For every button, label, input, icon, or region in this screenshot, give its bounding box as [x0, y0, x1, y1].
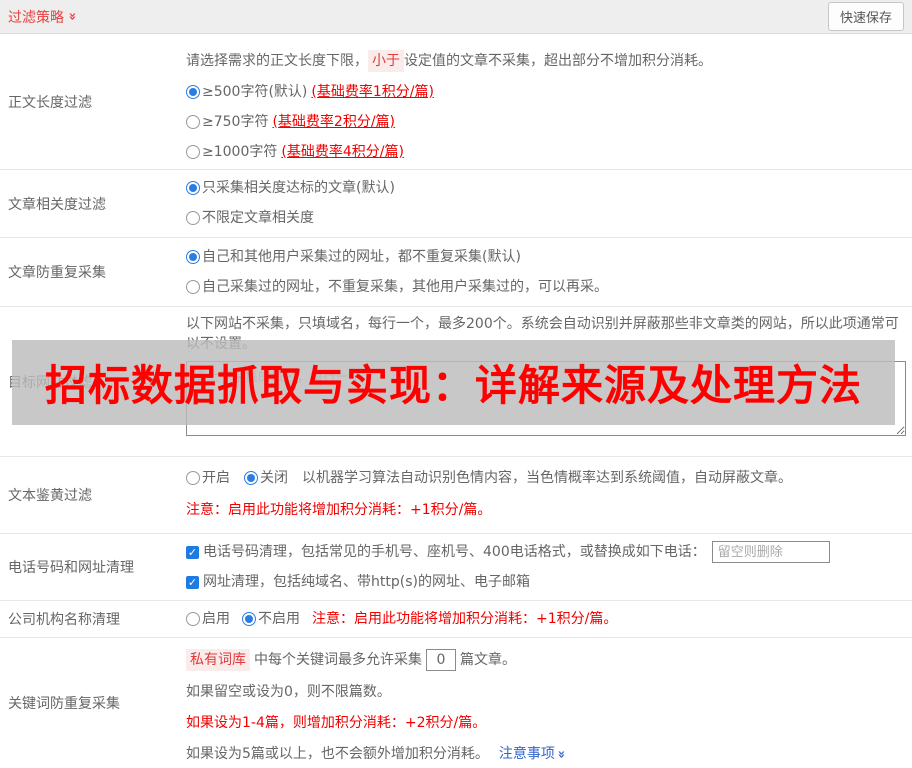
radio-company-on-unchecked[interactable]: [186, 612, 200, 626]
length-option-500[interactable]: ≥500字符(默认) (基础费率1积分/篇): [186, 82, 912, 102]
porn-filter-fee-note: 注意：启用此功能将增加积分消耗：+1积分/篇。: [186, 502, 492, 518]
row-label-relevance: 文章相关度过滤: [8, 196, 106, 213]
row-label-porn-filter: 文本鉴黄过滤: [8, 488, 92, 504]
checkbox-url-cleanup-checked[interactable]: ✓: [186, 575, 199, 589]
radio-porn-on-unchecked[interactable]: [186, 471, 200, 485]
phone-cleanup-option: ✓ 电话号码清理，包括常见的手机号、座机号、400电话格式，或替换成如下电话：: [186, 541, 912, 563]
porn-off-label[interactable]: 关闭: [260, 468, 288, 488]
row-keyword-dedupe: 关键词防重复采集 私有词库 中每个关键词最多允许采集 篇文章。 如果留空或设为0…: [0, 638, 912, 768]
keyword-note-five: 如果设为5篇或以上，也不会额外增加积分消耗。 注意事项 »: [186, 744, 569, 764]
row-label-company-cleanup: 公司机构名称清理: [8, 612, 120, 628]
company-off-label[interactable]: 不启用: [258, 609, 300, 629]
row-label-dedupe: 文章防重复采集: [8, 265, 106, 281]
row-dedupe-collection: 文章防重复采集 自己和其他用户采集过的网址，都不重复采集(默认) 自己采集过的网…: [0, 238, 912, 307]
url-cleanup-option: ✓ 网址清理，包括纯域名、带http(s)的网址、电子邮箱: [186, 574, 530, 590]
fee-note-750: (基础费率2积分/篇): [272, 114, 396, 130]
fee-note-500: (基础费率1积分/篇): [311, 84, 434, 100]
radio-dedupe-1-checked[interactable]: [186, 250, 200, 264]
watermark-banner: 招标数据抓取与实现：详解来源及处理方法: [12, 340, 895, 425]
length-option-750[interactable]: ≥750字符 (基础费率2积分/篇): [186, 112, 912, 132]
notes-link[interactable]: 注意事项 »: [499, 744, 569, 764]
dedupe-option-1[interactable]: 自己和其他用户采集过的网址，都不重复采集(默认): [186, 247, 912, 267]
filter-strategy-page: 过滤策略 » 快速保存 正文长度过滤 请选择需求的正文长度下限， 小于 设定值的…: [0, 0, 912, 768]
keyword-limit-line: 私有词库 中每个关键词最多允许采集 篇文章。: [186, 649, 912, 671]
page-title[interactable]: 过滤策略 »: [8, 7, 80, 27]
dedupe-option-2[interactable]: 自己采集过的网址，不重复采集，其他用户采集过的，可以再采。: [186, 277, 912, 297]
radio-company-off-checked[interactable]: [242, 612, 256, 626]
row-label-keyword-dedupe: 关键词防重复采集: [8, 696, 120, 712]
page-title-text: 过滤策略: [8, 9, 64, 26]
checkbox-phone-cleanup-checked[interactable]: ✓: [186, 545, 199, 559]
radio-porn-off-checked[interactable]: [244, 471, 258, 485]
length-option-1000[interactable]: ≥1000字符 (基础费率4积分/篇): [186, 142, 912, 162]
row-relevance-filter: 文章相关度过滤 只采集相关度达标的文章(默认) 不限定文章相关度: [0, 170, 912, 238]
relevance-option-1[interactable]: 只采集相关度达标的文章(默认): [186, 178, 912, 198]
radio-dedupe-2-unchecked[interactable]: [186, 280, 200, 294]
content-length-desc: 请选择需求的正文长度下限， 小于 设定值的文章不采集，超出部分不增加积分消耗。: [186, 50, 912, 72]
radio-500-checked[interactable]: [186, 85, 200, 99]
less-than-highlight: 小于: [368, 50, 404, 72]
fee-note-1000: (基础费率4积分/篇): [281, 144, 404, 160]
link-double-chevron-down-icon: »: [553, 749, 569, 759]
row-label-content-length: 正文长度过滤: [8, 94, 92, 111]
radio-relevance-2-unchecked[interactable]: [186, 211, 200, 225]
radio-relevance-1-checked[interactable]: [186, 181, 200, 195]
company-fee-note: 注意：启用此功能将增加积分消耗：+1积分/篇。: [312, 611, 618, 627]
row-porn-filter: 文本鉴黄过滤 开启 关闭 以机器学习算法自动识别色情内容，当色情概率达到系统阈值…: [0, 457, 912, 534]
radio-750-unchecked[interactable]: [186, 115, 200, 129]
keyword-note-fee: 如果设为1-4篇，则增加积分消耗：+2积分/篇。: [186, 715, 487, 731]
row-label-phone-url: 电话号码和网址清理: [8, 560, 134, 576]
porn-on-label[interactable]: 开启: [202, 468, 230, 488]
relevance-option-2[interactable]: 不限定文章相关度: [186, 208, 912, 228]
keyword-max-count-input[interactable]: [426, 649, 456, 671]
top-bar: 过滤策略 » 快速保存: [0, 0, 912, 34]
double-chevron-down-icon: »: [64, 12, 80, 21]
row-company-name-cleanup: 公司机构名称清理 启用 不启用 注意：启用此功能将增加积分消耗：+1积分/篇。: [0, 601, 912, 638]
quick-save-button[interactable]: 快速保存: [827, 2, 904, 31]
radio-1000-unchecked[interactable]: [186, 145, 200, 159]
keyword-note-zero: 如果留空或设为0，则不限篇数。: [186, 684, 391, 700]
watermark-banner-text: 招标数据抓取与实现：详解来源及处理方法: [44, 361, 862, 410]
replacement-phone-input[interactable]: [711, 541, 830, 563]
row-phone-url-cleanup: 电话号码和网址清理 ✓ 电话号码清理，包括常见的手机号、座机号、400电话格式，…: [0, 534, 912, 601]
private-thesaurus-highlight: 私有词库: [186, 649, 250, 671]
porn-filter-desc: 以机器学习算法自动识别色情内容，当色情概率达到系统阈值，自动屏蔽文章。: [302, 470, 792, 486]
company-on-label[interactable]: 启用: [202, 609, 230, 629]
row-content-length-filter: 正文长度过滤 请选择需求的正文长度下限， 小于 设定值的文章不采集，超出部分不增…: [0, 34, 912, 170]
